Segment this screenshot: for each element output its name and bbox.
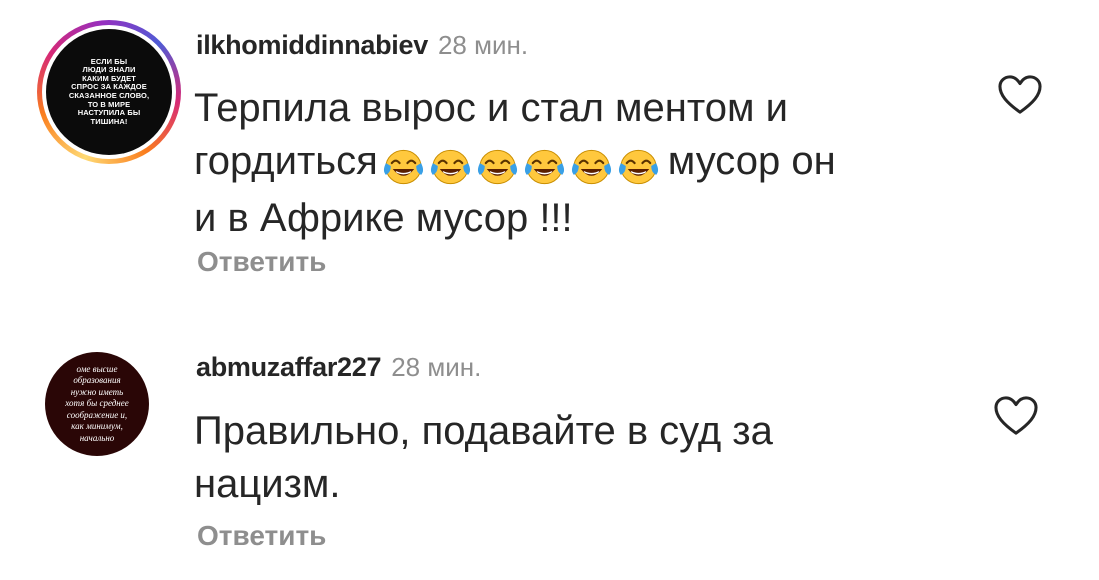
face-with-tears-of-joy-icon bbox=[571, 150, 611, 185]
reply-button[interactable]: Ответить bbox=[197, 520, 326, 552]
avatar: ЕСЛИ БЫ ЛЮДИ ЗНАЛИ КАКИМ БУДЕТ СПРОС ЗА … bbox=[46, 29, 172, 155]
comment-text-line: нацизм. bbox=[194, 462, 341, 506]
face-with-tears-of-joy-icon bbox=[618, 150, 658, 185]
comment-text: Терпила вырос и стал ментом и гордиться м… bbox=[194, 82, 836, 245]
face-with-tears-of-joy-icon bbox=[477, 150, 517, 185]
comment-text-line: и в Африке мусор !!! bbox=[194, 196, 573, 240]
comment-text-line: Терпила вырос и стал ментом и bbox=[194, 86, 788, 130]
avatar: оме высше образования нужно иметь хотя б… bbox=[45, 352, 149, 456]
avatar-story-ring[interactable]: ЕСЛИ БЫ ЛЮДИ ЗНАЛИ КАКИМ БУДЕТ СПРОС ЗА … bbox=[37, 20, 181, 164]
heart-outline-icon[interactable] bbox=[993, 395, 1039, 437]
comment-text: Правильно, подавайте в суд за нацизм. bbox=[194, 405, 773, 511]
username-link[interactable]: ilkhomiddinnabiev bbox=[196, 30, 428, 60]
comment-timestamp: 28 мин. bbox=[391, 352, 482, 382]
avatar-caption: ЕСЛИ БЫ ЛЮДИ ЗНАЛИ КАКИМ БУДЕТ СПРОС ЗА … bbox=[68, 56, 150, 126]
face-with-tears-of-joy-icon bbox=[383, 150, 423, 185]
comment-text-segment: гордиться bbox=[194, 139, 378, 183]
avatar-container[interactable]: оме высше образования нужно иметь хотя б… bbox=[45, 352, 149, 456]
username-link[interactable]: abmuzaffar227 bbox=[196, 352, 381, 382]
comment-item: оме высше образования нужно иметь хотя б… bbox=[0, 300, 1099, 580]
comment-text-line: гордиться мусор он bbox=[194, 135, 836, 192]
heart-outline-icon[interactable] bbox=[997, 74, 1043, 116]
comments-list: ЕСЛИ БЫ ЛЮДИ ЗНАЛИ КАКИМ БУДЕТ СПРОС ЗА … bbox=[0, 0, 1099, 580]
face-with-tears-of-joy-icon bbox=[430, 150, 470, 185]
reply-button[interactable]: Ответить bbox=[197, 246, 326, 278]
comment-text-segment: мусор он bbox=[667, 139, 836, 183]
comment-timestamp: 28 мин. bbox=[437, 30, 529, 60]
comment-header: ilkhomiddinnabiev 28 мин. bbox=[196, 30, 528, 61]
avatar-caption: оме высше образования нужно иметь хотя б… bbox=[65, 363, 129, 443]
comment-header: abmuzaffar227 28 мин. bbox=[196, 352, 481, 383]
comment-item: ЕСЛИ БЫ ЛЮДИ ЗНАЛИ КАКИМ БУДЕТ СПРОС ЗА … bbox=[0, 0, 1099, 300]
comment-text-line: Правильно, подавайте в суд за bbox=[194, 409, 773, 453]
face-with-tears-of-joy-icon bbox=[524, 150, 564, 185]
emoji-row bbox=[382, 139, 664, 192]
